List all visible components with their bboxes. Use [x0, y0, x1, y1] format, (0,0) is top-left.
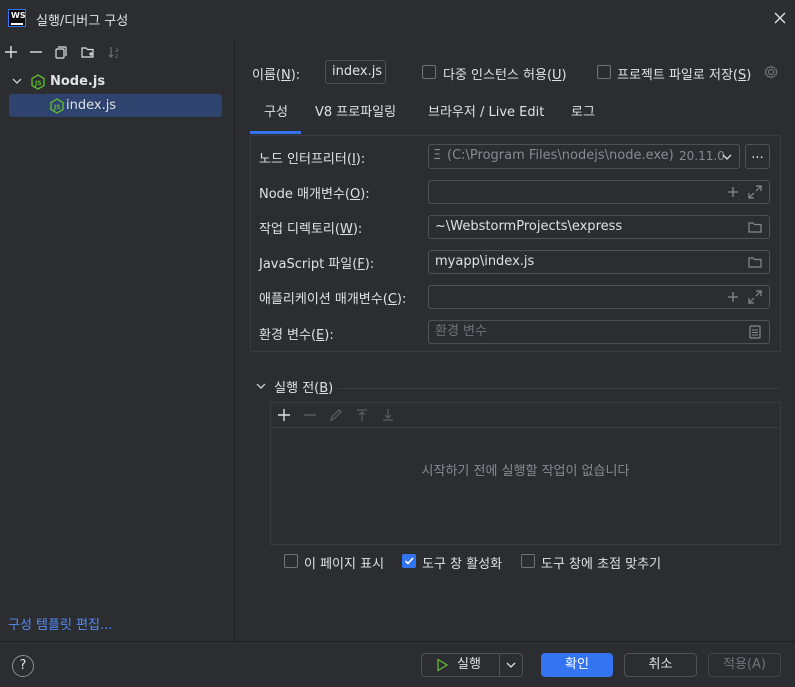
name-field[interactable]: index.js	[325, 60, 386, 84]
new-folder-icon[interactable]	[80, 44, 96, 60]
before-launch-header[interactable]: 실행 전(B)	[256, 377, 333, 396]
window-title: 실행/디버그 구성	[36, 14, 129, 29]
interpreter-browse-button[interactable]: ...	[745, 144, 770, 169]
panel-divider	[234, 38, 235, 641]
move-up-icon[interactable]	[354, 407, 370, 427]
working-dir-field[interactable]: ~\WebstormProjects\express	[428, 215, 770, 239]
show-page-checkbox[interactable]	[284, 554, 298, 568]
folder-icon[interactable]	[747, 254, 763, 270]
interpreter-select[interactable]: Ξ (C:\Program Files\nodejs\node.exe) 20.…	[428, 144, 740, 169]
split-divider	[499, 654, 500, 676]
close-icon[interactable]	[770, 8, 790, 28]
store-project-label: 프로젝트 파일로 저장(S)	[617, 68, 752, 83]
svg-text:JS: JS	[53, 104, 61, 111]
remove-icon[interactable]	[28, 44, 44, 60]
tab-v8-profiling[interactable]: V8 프로파일링	[315, 100, 396, 134]
run-button[interactable]: 실행	[421, 653, 523, 677]
run-icon	[434, 657, 450, 681]
expand-icon[interactable]	[747, 184, 763, 200]
allow-parallel-label: 다중 인스턴스 허용(U)	[443, 68, 567, 83]
help-button[interactable]: ?	[12, 655, 34, 677]
add-icon[interactable]	[725, 289, 741, 305]
activate-tool-window-checkbox[interactable]	[402, 554, 416, 568]
tree-item-label: index.js	[66, 98, 117, 113]
expand-icon[interactable]	[747, 289, 763, 305]
interpreter-path: (C:\Program Files\nodejs\node.exe)	[447, 148, 674, 163]
before-launch-empty-text: 시작하기 전에 실행할 작업이 없습니다	[421, 464, 630, 479]
tree-item-index-js[interactable]: JS index.js	[9, 94, 222, 117]
env-vars-label: 환경 변수(E):	[259, 328, 334, 343]
show-page-label: 이 페이지 표시	[304, 557, 385, 572]
apply-button[interactable]: 적용(A)	[708, 653, 781, 677]
config-list-panel: az JS Node.js JS index.js 구성 템플릿 편집...	[0, 38, 234, 641]
add-icon[interactable]	[725, 184, 741, 200]
move-down-icon[interactable]	[380, 407, 396, 427]
activate-tool-window-label: 도구 창 활성화	[422, 557, 503, 572]
focus-tool-window-checkbox[interactable]	[521, 554, 535, 568]
tab-browser-live-edit[interactable]: 브라우저 / Live Edit	[428, 100, 544, 134]
list-icon[interactable]	[747, 324, 763, 340]
interpreter-prefix: Ξ	[433, 148, 442, 163]
ok-button[interactable]: 확인	[541, 653, 613, 677]
before-launch-separator	[338, 388, 781, 389]
js-file-field[interactable]: myapp\index.js	[428, 250, 770, 274]
sort-icon[interactable]: az	[107, 44, 123, 60]
app-params-field[interactable]	[428, 285, 770, 309]
add-icon[interactable]	[3, 44, 19, 60]
allow-parallel-checkbox[interactable]	[422, 65, 436, 79]
add-icon[interactable]	[276, 407, 292, 427]
webstorm-logo-icon: WS	[8, 9, 26, 27]
edit-templates-link[interactable]: 구성 템플릿 편집...	[8, 614, 112, 633]
app-params-label: 애플리케이션 매개변수(C):	[259, 292, 407, 307]
env-vars-field[interactable]: 환경 변수	[428, 320, 770, 344]
nodejs-icon: JS	[49, 98, 65, 122]
before-launch-toolbar	[271, 403, 780, 428]
interpreter-label: 노드 인터프리터(I):	[259, 152, 366, 167]
node-params-field[interactable]	[428, 180, 770, 204]
remove-icon[interactable]	[302, 407, 318, 427]
tree-item-label: Node.js	[50, 74, 106, 89]
store-project-checkbox[interactable]	[597, 65, 611, 79]
svg-text:JS: JS	[34, 80, 42, 87]
cancel-button[interactable]: 취소	[624, 653, 697, 677]
chevron-down-icon[interactable]	[505, 657, 517, 681]
edit-icon[interactable]	[328, 407, 344, 427]
interpreter-version: 20.11.0	[679, 149, 725, 163]
gear-icon[interactable]	[763, 64, 779, 80]
name-label: 이름(N):	[252, 68, 301, 83]
node-params-label: Node 매개변수(O):	[259, 187, 370, 202]
tree-item-nodejs[interactable]: JS Node.js	[6, 70, 222, 93]
active-tab-indicator	[250, 131, 301, 134]
tab-logs[interactable]: 로그	[571, 100, 595, 134]
folder-icon[interactable]	[747, 219, 763, 235]
svg-text:z: z	[115, 53, 118, 60]
focus-tool-window-label: 도구 창에 초점 맞추기	[541, 557, 662, 572]
env-vars-placeholder: 환경 변수	[435, 324, 487, 339]
js-file-label: JavaScript 파일(F):	[259, 257, 375, 272]
chevron-down-icon[interactable]	[256, 380, 270, 396]
run-label: 실행	[457, 657, 481, 672]
working-dir-label: 작업 디렉토리(W):	[259, 222, 363, 237]
chevron-down-icon[interactable]	[721, 149, 733, 169]
copy-icon[interactable]	[53, 44, 69, 60]
tab-configuration[interactable]: 구성	[264, 100, 288, 134]
